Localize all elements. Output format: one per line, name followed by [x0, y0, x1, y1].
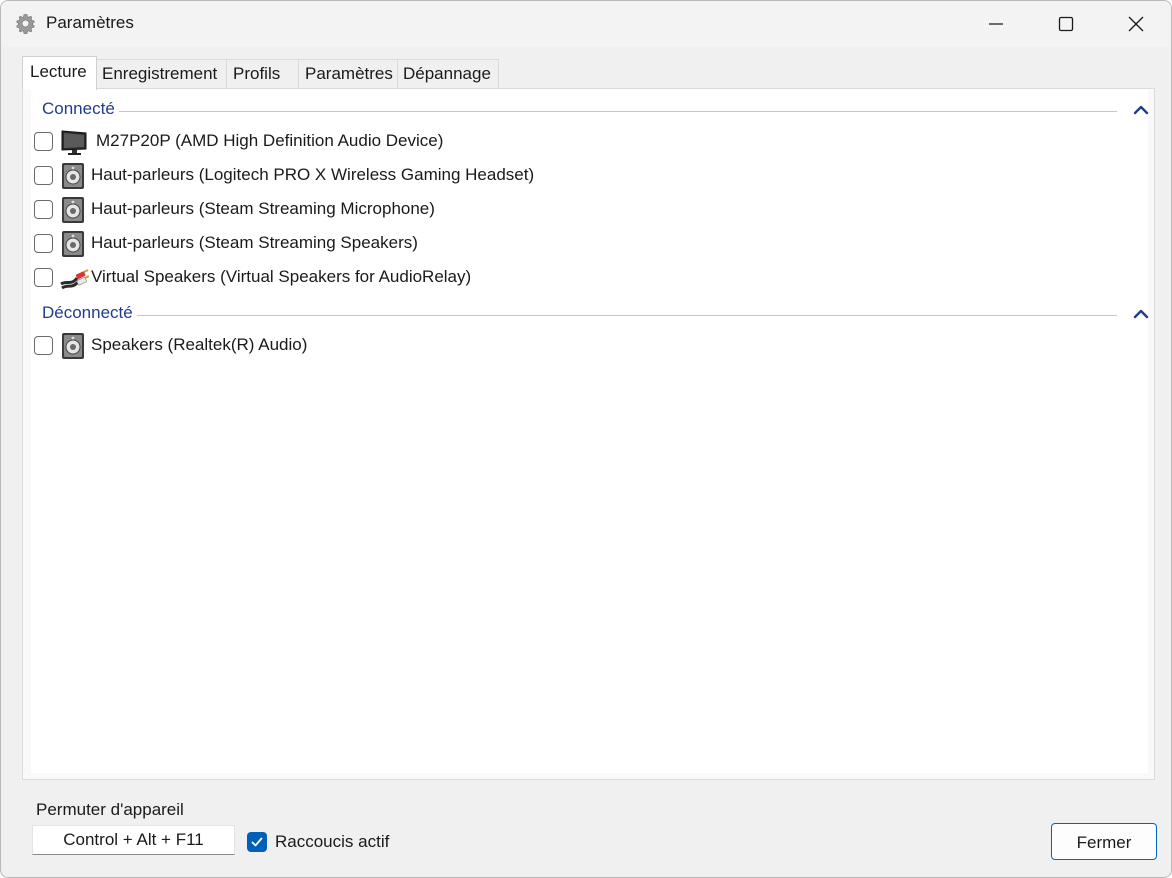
device-checkbox[interactable]	[34, 268, 53, 287]
chevron-up-icon[interactable]	[1133, 102, 1149, 116]
rca-cable-icon	[60, 269, 89, 290]
maximize-button[interactable]	[1031, 1, 1101, 47]
device-row[interactable]: Haut-parleurs (Steam Streaming Microphon…	[34, 195, 1134, 225]
minimize-icon	[989, 23, 1003, 25]
settings-window: Paramètres Lecture Enregistrement Profil…	[0, 0, 1172, 878]
device-label: Virtual Speakers (Virtual Speakers for A…	[91, 267, 472, 286]
tab-profils[interactable]: Profils	[226, 59, 299, 89]
close-button[interactable]: Fermer	[1051, 823, 1157, 860]
speaker-icon	[62, 163, 84, 189]
device-checkbox[interactable]	[34, 200, 53, 219]
device-list: Connecté M27P20P (AMD High Definition Au…	[31, 89, 1149, 773]
monitor-icon	[61, 130, 87, 155]
group-label-disconnected: Déconnecté	[42, 303, 137, 323]
group-header-disconnected[interactable]: Déconnecté	[42, 303, 1149, 325]
maximize-icon	[1058, 16, 1074, 32]
device-row[interactable]: M27P20P (AMD High Definition Audio Devic…	[34, 127, 1134, 157]
device-label: Haut-parleurs (Steam Streaming Speakers)	[91, 233, 418, 252]
device-checkbox[interactable]	[34, 336, 53, 355]
device-row[interactable]: Virtual Speakers (Virtual Speakers for A…	[34, 263, 1134, 293]
group-divider	[42, 111, 1117, 112]
tab-lecture[interactable]: Lecture	[22, 56, 97, 90]
close-icon	[1128, 16, 1144, 32]
device-row[interactable]: Haut-parleurs (Logitech PRO X Wireless G…	[34, 161, 1134, 191]
tab-enregistrement[interactable]: Enregistrement	[96, 59, 227, 89]
window-title: Paramètres	[46, 13, 134, 32]
close-window-button[interactable]	[1101, 1, 1171, 47]
device-checkbox[interactable]	[34, 234, 53, 253]
gear-icon	[16, 14, 35, 35]
shortcut-checkbox-label[interactable]: Raccoucis actif	[275, 832, 389, 852]
tab-parametres[interactable]: Paramètres	[298, 59, 398, 89]
group-header-connected[interactable]: Connecté	[42, 99, 1149, 121]
checkmark-icon	[251, 837, 263, 847]
hotkey-label: Permuter d'appareil	[36, 800, 184, 819]
hotkey-input[interactable]: Control + Alt + F11	[32, 825, 235, 855]
device-label: Haut-parleurs (Steam Streaming Microphon…	[91, 199, 435, 218]
tab-depannage[interactable]: Dépannage	[397, 59, 499, 89]
device-label: Speakers (Realtek(R) Audio)	[91, 335, 308, 354]
device-label: Haut-parleurs (Logitech PRO X Wireless G…	[91, 165, 535, 184]
minimize-button[interactable]	[961, 1, 1031, 47]
chevron-up-icon[interactable]	[1133, 306, 1149, 320]
speaker-icon	[62, 333, 84, 359]
speaker-icon	[62, 197, 84, 223]
speaker-icon	[62, 231, 84, 257]
device-row[interactable]: Haut-parleurs (Steam Streaming Speakers)	[34, 229, 1134, 259]
device-checkbox[interactable]	[34, 132, 53, 151]
device-label: M27P20P (AMD High Definition Audio Devic…	[96, 131, 444, 150]
group-label-connected: Connecté	[42, 99, 119, 119]
shortcut-checkbox[interactable]	[247, 832, 267, 852]
device-panel: Connecté M27P20P (AMD High Definition Au…	[22, 88, 1155, 780]
device-row[interactable]: Speakers (Realtek(R) Audio)	[34, 331, 1134, 361]
title-bar: Paramètres	[1, 1, 1171, 47]
device-checkbox[interactable]	[34, 166, 53, 185]
group-divider	[42, 315, 1117, 316]
